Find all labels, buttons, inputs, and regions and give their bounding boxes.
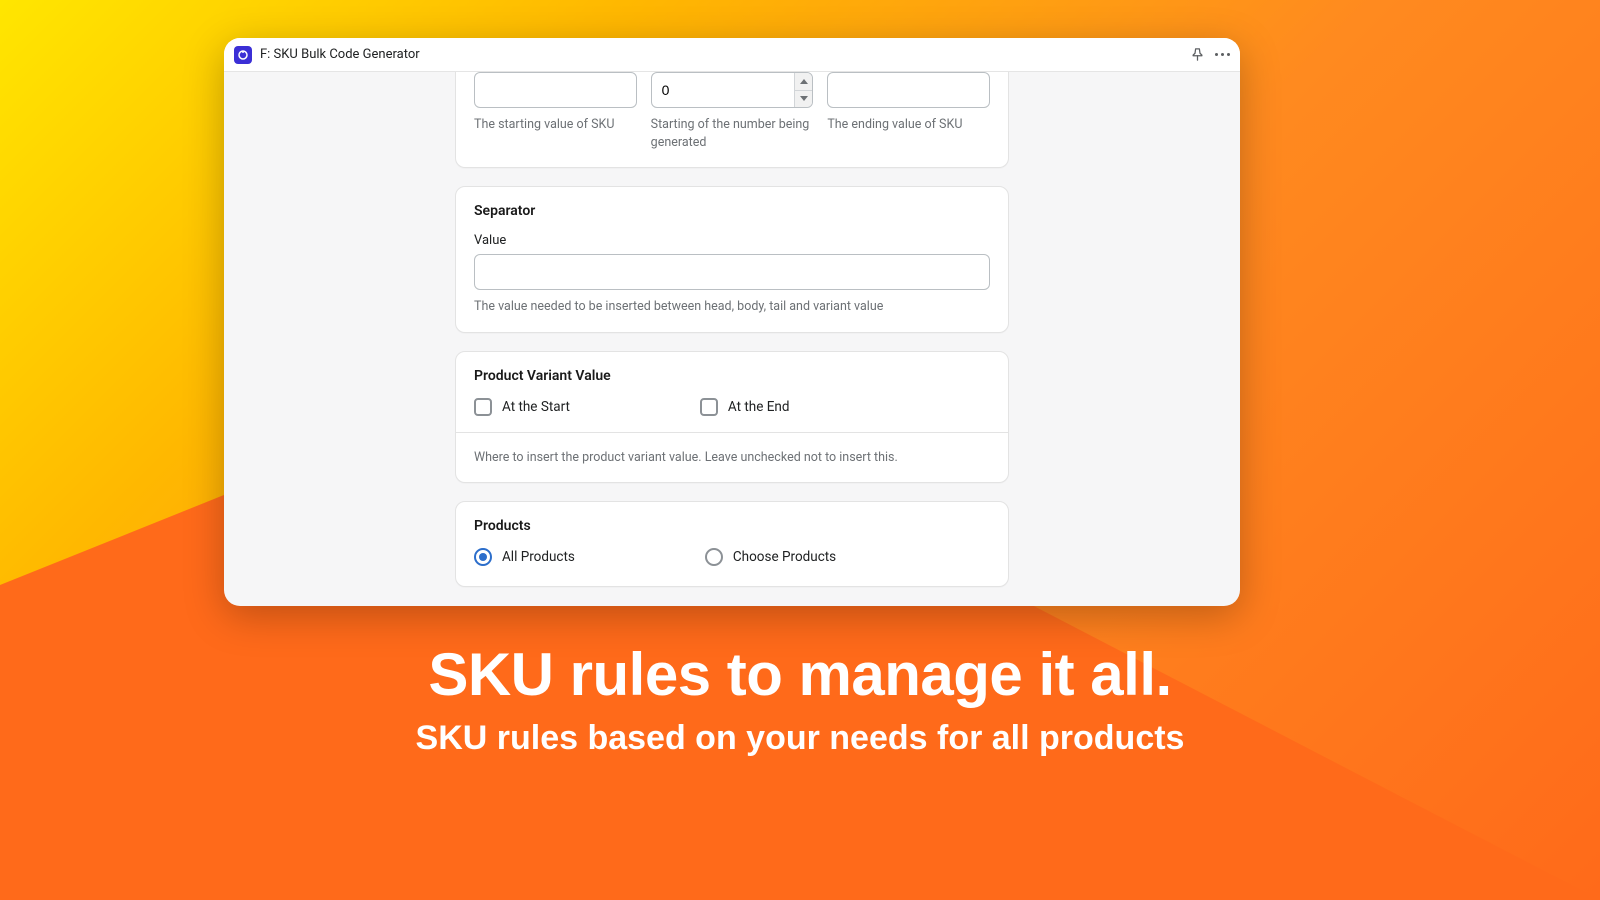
sku-head-input[interactable]	[474, 72, 637, 108]
sku-tail-help: The ending value of SKU	[827, 116, 990, 134]
variant-at-start-label: At the Start	[502, 399, 570, 415]
products-all[interactable]: All Products	[474, 548, 575, 566]
app-window: F: SKU Bulk Code Generator	[224, 38, 1240, 606]
checkbox-icon	[474, 398, 492, 416]
checkbox-icon	[700, 398, 718, 416]
separator-card: Separator Value The value needed to be i…	[455, 186, 1009, 333]
variant-card: Product Variant Value At the Start At th…	[455, 351, 1009, 484]
sku-number-input[interactable]	[651, 72, 814, 108]
hero-subtitle: SKU rules based on your needs for all pr…	[0, 719, 1600, 758]
separator-title: Separator	[474, 203, 990, 219]
variant-at-end-label: At the End	[728, 399, 790, 415]
radio-icon	[474, 548, 492, 566]
separator-label: Value	[474, 233, 990, 248]
window-title: F: SKU Bulk Code Generator	[260, 47, 420, 62]
products-all-label: All Products	[502, 549, 575, 565]
products-choose-label: Choose Products	[733, 549, 836, 565]
sku-number-help: Starting of the number being generated	[651, 116, 814, 151]
products-title: Products	[474, 518, 990, 534]
products-choose[interactable]: Choose Products	[705, 548, 836, 566]
variant-title: Product Variant Value	[474, 368, 990, 384]
app-icon	[234, 46, 252, 64]
variant-at-start[interactable]: At the Start	[474, 398, 570, 416]
radio-icon	[705, 548, 723, 566]
sku-tail-input[interactable]	[827, 72, 990, 108]
separator-input[interactable]	[474, 254, 990, 290]
sku-head-help: The starting value of SKU	[474, 116, 637, 134]
products-card: Products All Products Choose Products	[455, 501, 1009, 587]
separator-help: The value needed to be inserted between …	[474, 298, 990, 316]
pin-icon[interactable]	[1190, 47, 1205, 62]
variant-help: Where to insert the product variant valu…	[474, 449, 990, 467]
content-area: The starting value of SKU	[224, 72, 1240, 606]
variant-at-end[interactable]: At the End	[700, 398, 790, 416]
more-icon[interactable]	[1215, 53, 1230, 56]
hero-title: SKU rules to manage it all.	[0, 640, 1600, 709]
titlebar: F: SKU Bulk Code Generator	[224, 38, 1240, 72]
number-step-down[interactable]	[795, 91, 812, 108]
number-step-up[interactable]	[795, 73, 812, 91]
hero: SKU rules to manage it all. SKU rules ba…	[0, 640, 1600, 758]
